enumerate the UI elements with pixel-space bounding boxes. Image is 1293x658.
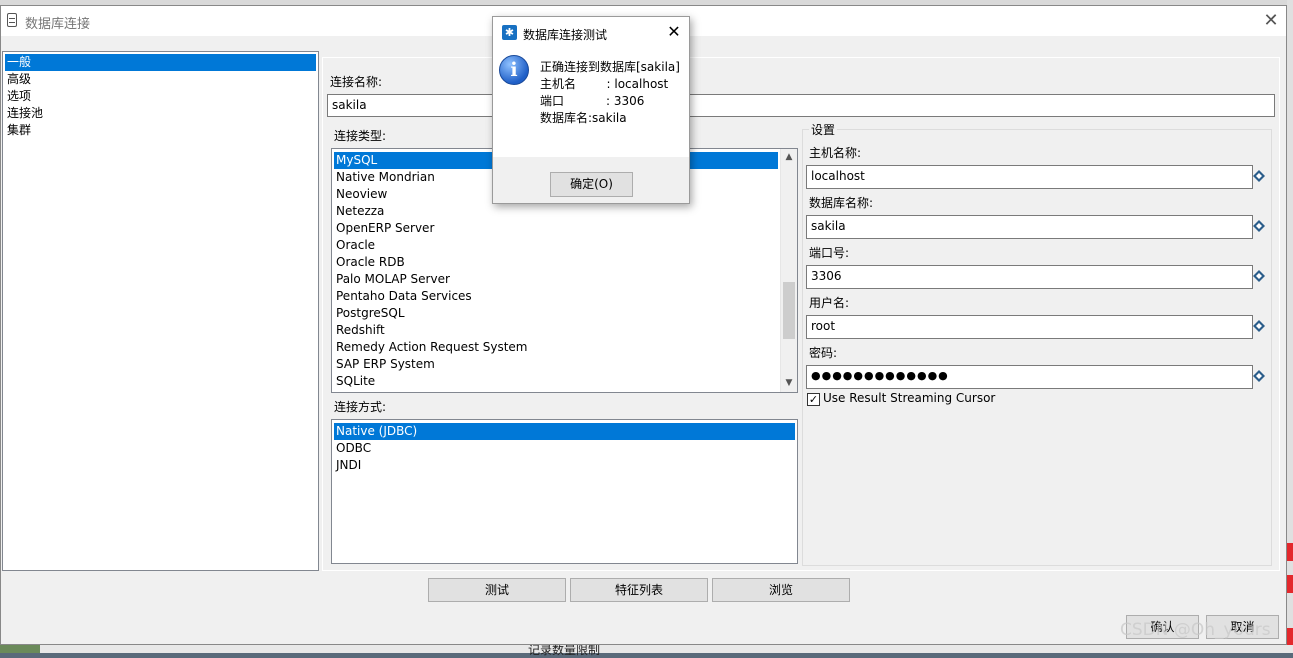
scroll-up-icon[interactable]: ▲: [781, 149, 797, 166]
connection-type-scrollbar[interactable]: ▲ ▼: [780, 149, 797, 392]
general-panel: 连接名称: sakila 连接类型: MySQL Native Mondrian…: [322, 57, 1280, 571]
message-line: 数据库名:sakila: [540, 111, 627, 125]
connection-type-item[interactable]: PostgreSQL: [334, 305, 405, 322]
nav-item-pooling[interactable]: 连接池: [5, 105, 316, 122]
connection-type-item[interactable]: Netezza: [334, 203, 384, 220]
connection-type-item[interactable]: Oracle: [334, 237, 375, 254]
connection-name-input[interactable]: sakila: [327, 94, 1275, 117]
connection-type-item[interactable]: Palo MOLAP Server: [334, 271, 450, 288]
close-icon[interactable]: ✕: [663, 21, 685, 43]
access-method-item[interactable]: Native (JDBC): [334, 423, 795, 440]
connection-type-item[interactable]: SAP ERP System: [334, 356, 435, 373]
password-input[interactable]: ●●●●●●●●●●●●●: [806, 365, 1253, 389]
port-input[interactable]: 3306: [806, 265, 1253, 289]
close-icon[interactable]: ✕: [1259, 9, 1283, 33]
message-line: 端口 : 3306: [540, 94, 645, 108]
scroll-down-icon[interactable]: ▼: [781, 375, 797, 392]
streaming-label: Use Result Streaming Cursor: [823, 391, 996, 405]
scroll-thumb[interactable]: [783, 282, 795, 339]
connection-type-item[interactable]: Neoview: [334, 186, 387, 203]
feature-list-button[interactable]: 特征列表: [570, 578, 708, 602]
access-method-item[interactable]: JNDI: [334, 457, 361, 474]
message-line: 主机名 : localhost: [540, 77, 669, 91]
host-input[interactable]: localhost: [806, 165, 1253, 189]
connection-type-item[interactable]: OpenERP Server: [334, 220, 434, 237]
database-name-input[interactable]: sakila: [806, 215, 1253, 239]
message-titlebar: ✱ 数据库连接测试 ✕: [493, 17, 689, 47]
nav-item-general[interactable]: 一般: [5, 54, 316, 71]
connection-type-item[interactable]: Oracle RDB: [334, 254, 405, 271]
connection-type-item[interactable]: SQLite: [334, 373, 375, 390]
explore-button[interactable]: 浏览: [712, 578, 850, 602]
message-title: 数据库连接测试: [523, 28, 608, 42]
variable-diamond-icon[interactable]: [1253, 370, 1265, 382]
background-red-cell: [1287, 575, 1293, 593]
variable-diamond-icon[interactable]: [1253, 320, 1265, 332]
app-icon: ✱: [502, 25, 517, 40]
category-list: 一般 高级 选项 连接池 集群: [2, 51, 319, 571]
access-method-label: 连接方式:: [334, 400, 387, 414]
connection-test-dialog: ✱ 数据库连接测试 ✕ i 正确连接到数据库[sakila] 主机名 : loc…: [492, 16, 690, 204]
connection-type-item[interactable]: Redshift: [334, 322, 385, 339]
nav-item-options[interactable]: 选项: [5, 88, 316, 105]
settings-group-title: 设置: [809, 121, 838, 138]
username-input[interactable]: root: [806, 315, 1253, 339]
connection-name-label: 连接名称:: [330, 75, 383, 89]
info-icon: i: [499, 55, 529, 85]
database-icon: [7, 13, 17, 27]
dialog-title: 数据库连接: [25, 17, 91, 32]
message-line: 正确连接到数据库[sakila]: [540, 60, 680, 74]
connection-type-label: 连接类型:: [334, 129, 387, 143]
variable-diamond-icon[interactable]: [1253, 170, 1265, 182]
connection-type-item[interactable]: Pentaho Data Services: [334, 288, 472, 305]
background-app-bottom: [0, 645, 1293, 653]
port-label: 端口号:: [809, 246, 850, 260]
access-method-list[interactable]: Native (JDBC) ODBC JNDI: [331, 419, 798, 564]
access-method-item[interactable]: ODBC: [334, 440, 371, 457]
streaming-checkbox[interactable]: ✓: [807, 393, 820, 406]
password-label: 密码:: [809, 346, 838, 360]
background-red-cell: [1287, 543, 1293, 561]
background-red-cell: [1287, 628, 1293, 646]
variable-diamond-icon[interactable]: [1253, 270, 1265, 282]
database-name-label: 数据库名称:: [809, 196, 874, 210]
variable-diamond-icon[interactable]: [1253, 220, 1265, 232]
message-body: i 正确连接到数据库[sakila] 主机名 : localhost 端口 : …: [493, 47, 689, 157]
message-ok-button[interactable]: 确定(O): [550, 172, 633, 197]
nav-item-advanced[interactable]: 高级: [5, 71, 316, 88]
watermark: CSDN @Oh_yours: [1120, 620, 1271, 640]
connection-type-item[interactable]: Remedy Action Request System: [334, 339, 528, 356]
host-label: 主机名称:: [809, 146, 862, 160]
nav-item-clustering[interactable]: 集群: [5, 122, 316, 139]
test-button[interactable]: 测试: [428, 578, 566, 602]
connection-type-item[interactable]: Native Mondrian: [334, 169, 435, 186]
username-label: 用户名:: [809, 296, 850, 310]
